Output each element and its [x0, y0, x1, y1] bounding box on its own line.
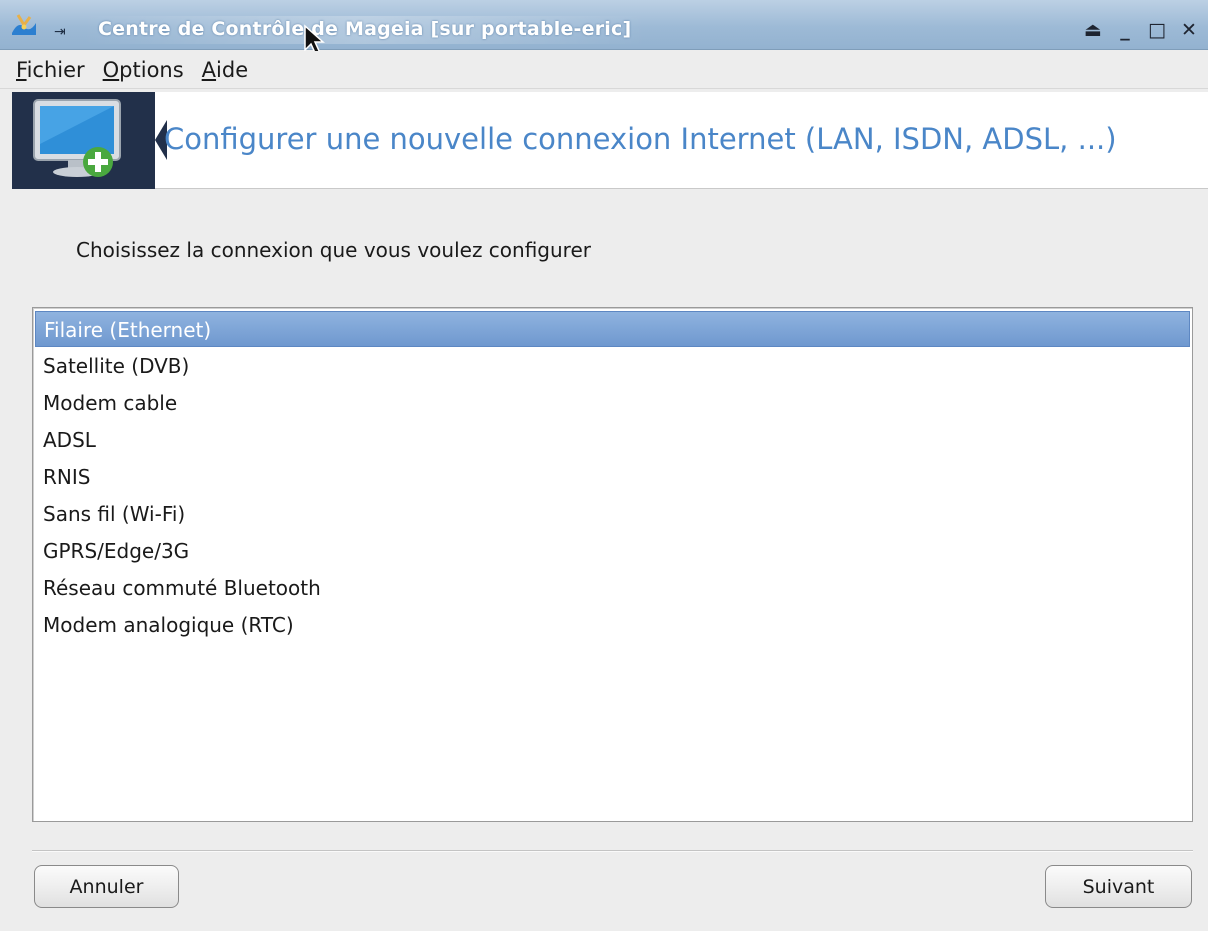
instruction-label: Choisissez la connexion que vous voulez …	[76, 238, 591, 262]
monitor-add-icon	[33, 99, 121, 177]
list-item-rnis[interactable]: RNIS	[35, 459, 1190, 495]
minimize-icon[interactable]: _	[1112, 18, 1138, 42]
connection-list[interactable]: Filaire (Ethernet) Satellite (DVB) Modem…	[32, 307, 1193, 822]
list-item-adsl[interactable]: ADSL	[35, 422, 1190, 458]
menu-bar: Fichier Options Aide	[0, 51, 1208, 89]
menu-fichier[interactable]: Fichier	[14, 54, 87, 86]
menu-options[interactable]: Options	[101, 54, 186, 86]
separator	[32, 850, 1193, 852]
app-icon[interactable]	[10, 13, 38, 37]
title-bar[interactable]: ⇥ Centre de Contrôle de Mageia [sur port…	[0, 0, 1208, 57]
menu-aide[interactable]: Aide	[200, 54, 250, 86]
list-item-bluetooth[interactable]: Réseau commuté Bluetooth	[35, 570, 1190, 606]
list-item-cable-modem[interactable]: Modem cable	[35, 385, 1190, 421]
next-button[interactable]: Suivant	[1045, 865, 1192, 908]
maximize-icon[interactable]: □	[1144, 18, 1170, 42]
banner-icon-box	[12, 92, 155, 189]
pin-icon[interactable]: ⇥	[54, 24, 66, 40]
list-item-satellite[interactable]: Satellite (DVB)	[35, 348, 1190, 384]
eject-icon[interactable]: ⏏	[1080, 18, 1106, 42]
list-item-gprs[interactable]: GPRS/Edge/3G	[35, 533, 1190, 569]
cancel-button[interactable]: Annuler	[34, 865, 179, 908]
window-title: Centre de Contrôle de Mageia [sur portab…	[82, 16, 648, 44]
header-banner: Configurer une nouvelle connexion Intern…	[12, 92, 1208, 189]
list-item-ethernet[interactable]: Filaire (Ethernet)	[35, 311, 1190, 347]
close-icon[interactable]: ✕	[1176, 18, 1202, 42]
page-title: Configurer une nouvelle connexion Intern…	[164, 122, 1117, 156]
list-item-analog-modem[interactable]: Modem analogique (RTC)	[35, 607, 1190, 643]
list-item-wifi[interactable]: Sans fil (Wi-Fi)	[35, 496, 1190, 532]
